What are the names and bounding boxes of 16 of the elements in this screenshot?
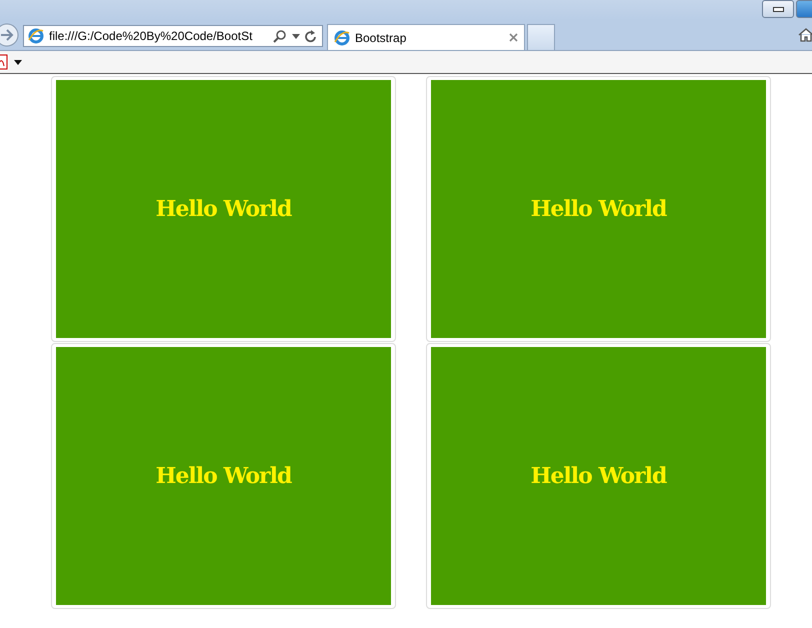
close-icon[interactable] xyxy=(509,33,518,42)
image-caption: Hello World xyxy=(530,463,666,489)
browser-tab[interactable]: Bootstrap xyxy=(327,24,525,50)
refresh-icon[interactable] xyxy=(305,30,317,42)
image-caption: Hello World xyxy=(156,463,292,489)
image-caption: Hello World xyxy=(156,196,292,222)
back-icon[interactable] xyxy=(0,22,20,48)
search-icon[interactable] xyxy=(273,29,287,43)
minimize-button[interactable] xyxy=(762,0,794,18)
caret-icon[interactable] xyxy=(14,60,22,64)
image-caption: Hello World xyxy=(530,196,666,222)
browser-logo-icon xyxy=(28,28,44,44)
address-field[interactable]: file:///G:/Code%20By%20Code/BootSt xyxy=(23,25,323,47)
browser-logo-icon xyxy=(334,30,350,46)
home-icon[interactable] xyxy=(798,27,812,43)
caret-icon[interactable] xyxy=(292,34,300,38)
